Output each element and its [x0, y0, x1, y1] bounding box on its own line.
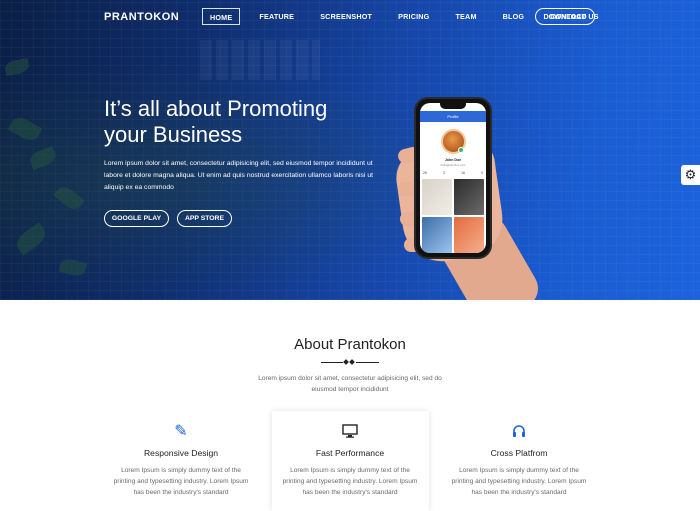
stat-likes: 16 — [461, 171, 465, 175]
phone-mockup: Profile John Doe hello@johndoe.com 26 3 … — [414, 97, 492, 259]
divider-diamond — [343, 359, 349, 365]
stat-posts: 26 — [423, 171, 427, 175]
feature-responsive: ✎ Responsive Design Lorem Ipsum is simpl… — [111, 423, 251, 498]
feature-title: Responsive Design — [143, 448, 219, 458]
about-subtitle: Lorem ipsum dolor sit amet, consectetur … — [258, 375, 442, 393]
hero-headline: It’s all about Promoting your Business — [104, 96, 327, 148]
hero-intro-text: Lorem ipsum dolor sit amet, consectetur … — [104, 160, 374, 191]
divider-line — [321, 361, 343, 363]
nav-item-screenshot[interactable]: SCREENSHOT — [313, 8, 379, 25]
feature-performance: Fast Performance Lorem Ipsum is simply d… — [280, 423, 420, 498]
photo-thumbnail — [422, 217, 452, 253]
feature-title: Fast Performance — [315, 448, 385, 458]
feature-title: Cross Platfrom — [490, 448, 548, 458]
hero-background — [0, 0, 700, 300]
section-divider — [321, 359, 379, 365]
download-button[interactable]: DOWNLOAD — [535, 8, 595, 25]
headset-icon — [510, 423, 528, 441]
feature-cross-platform: Cross Platfrom Lorem Ipsum is simply dum… — [449, 423, 589, 498]
photo-thumbnail — [454, 179, 484, 215]
nav-item-feature[interactable]: FEATURE — [252, 8, 301, 25]
nav-item-blog[interactable]: BLOG — [496, 8, 532, 25]
phone-screen: Profile John Doe hello@johndoe.com 26 3 … — [420, 103, 486, 253]
nav-item-home[interactable]: HOME — [202, 8, 241, 25]
feature-text: Lorem Ipsum is simply dummy text of the … — [113, 467, 249, 496]
divider-line — [356, 361, 379, 363]
stat-comments: 0 — [481, 171, 483, 175]
divider-diamond — [349, 359, 355, 365]
gear-icon[interactable]: ⚙ — [681, 165, 700, 185]
nav-item-team[interactable]: TEAM — [448, 8, 483, 25]
nav-item-pricing[interactable]: PRICING — [391, 8, 436, 25]
stat-followers: 3 — [443, 171, 445, 175]
profile-name: John Doe — [444, 158, 462, 162]
keyboard-background — [200, 40, 320, 80]
about-title: About Prantokon — [294, 336, 406, 353]
app-store-button[interactable]: APP STORE — [177, 210, 232, 227]
phone-notch — [440, 103, 466, 109]
feature-text: Lorem Ipsum is simply dummy text of the … — [451, 467, 587, 496]
profile-stats: 26 3 16 0 — [423, 171, 483, 175]
hero-section: PRANTOKON HOME FEATURE SCREENSHOT PRICIN… — [0, 0, 700, 300]
photo-grid — [422, 179, 484, 253]
photo-thumbnail — [454, 217, 484, 253]
top-navbar: PRANTOKON HOME FEATURE SCREENSHOT PRICIN… — [0, 0, 700, 34]
monitor-icon — [341, 423, 359, 441]
brand-logo[interactable]: PRANTOKON — [104, 11, 179, 23]
google-play-button[interactable]: GOOGLE PLAY — [104, 210, 169, 227]
online-status-icon — [458, 147, 464, 153]
headline-line-1: It’s all about Promoting — [104, 96, 328, 121]
headline-line-2: your Business — [104, 122, 243, 147]
photo-thumbnail — [422, 179, 452, 215]
feature-text: Lorem Ipsum is simply dummy text of the … — [282, 467, 418, 496]
pencil-ruler-icon: ✎ — [174, 423, 188, 440]
profile-email: hello@johndoe.com — [440, 163, 466, 167]
phone-header: Profile — [420, 111, 486, 122]
